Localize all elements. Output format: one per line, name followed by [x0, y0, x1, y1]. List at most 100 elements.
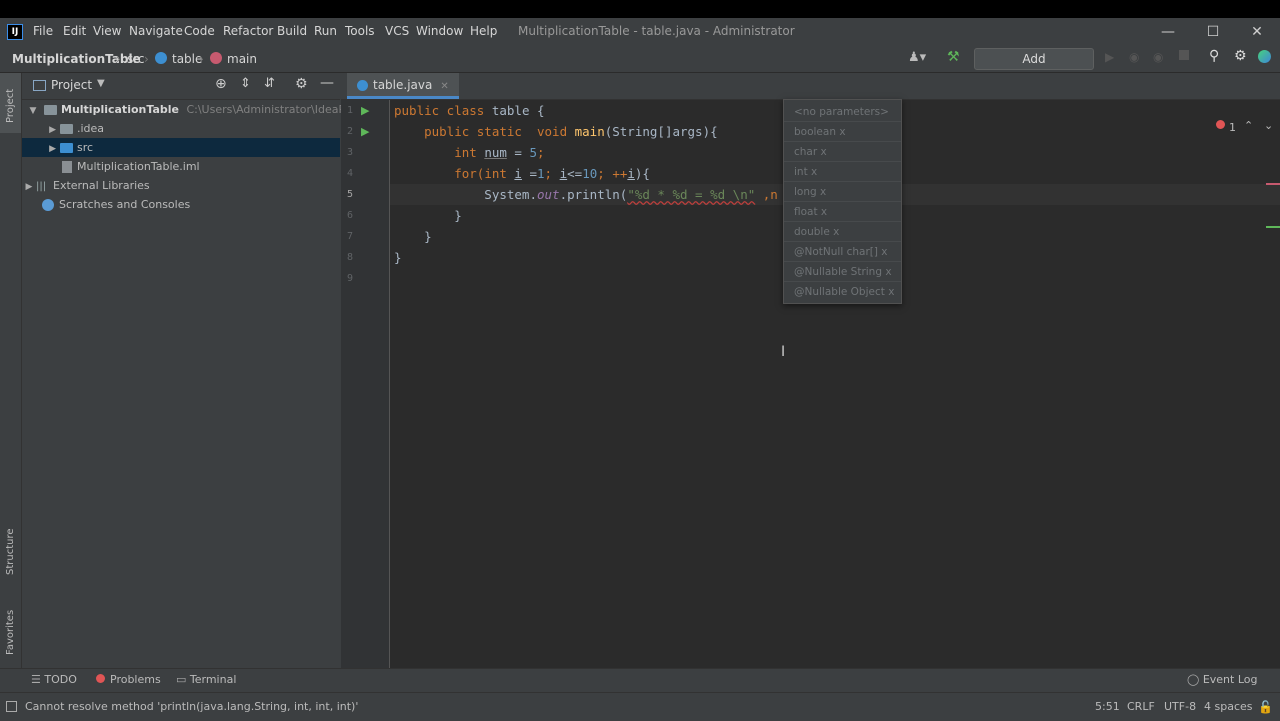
- file-encoding[interactable]: UTF-8: [1164, 700, 1196, 713]
- build-hammer-icon[interactable]: ⚒: [947, 49, 960, 65]
- tab-favorites[interactable]: Favorites: [5, 610, 16, 655]
- editor-tab-bar: table.java ✕: [341, 73, 1280, 100]
- close-tab-icon[interactable]: ✕: [440, 81, 448, 92]
- locate-icon[interactable]: ⊕: [215, 76, 227, 92]
- next-error-icon[interactable]: ⌄: [1264, 119, 1273, 132]
- menu-help[interactable]: Help: [470, 24, 497, 38]
- menu-code[interactable]: Code: [184, 24, 215, 38]
- terminal-button[interactable]: ▭ Terminal: [176, 673, 236, 686]
- tree-item-label: External Libraries: [53, 179, 150, 192]
- list-icon: ☰: [31, 673, 45, 686]
- line-number: 9: [346, 273, 353, 284]
- coverage-icon[interactable]: ◉: [1153, 50, 1163, 64]
- chevron-down-icon[interactable]: ▼: [97, 78, 105, 89]
- text-cursor-icon: I: [781, 344, 786, 360]
- lock-icon[interactable]: 🔓: [1258, 700, 1273, 714]
- maximize-icon[interactable]: ☐: [1199, 22, 1227, 42]
- previous-error-icon[interactable]: ⌃: [1244, 119, 1253, 132]
- line-number: 7: [346, 231, 353, 242]
- run-icon[interactable]: ▶: [1105, 50, 1114, 64]
- breadcrumb-project[interactable]: MultiplicationTable: [12, 52, 141, 66]
- tree-item-label: Scratches and Consoles: [59, 198, 191, 211]
- indent-setting[interactable]: 4 spaces: [1204, 700, 1253, 713]
- tree-item-project-root[interactable]: ▼ MultiplicationTable C:\Users\Administra…: [22, 100, 377, 119]
- breadcrumb-table[interactable]: table: [172, 52, 202, 66]
- tab-structure[interactable]: Structure: [5, 528, 16, 575]
- popup-item[interactable]: long x: [784, 182, 901, 202]
- terminal-icon: ▭: [176, 673, 190, 686]
- popup-item[interactable]: <no parameters>: [784, 102, 901, 122]
- menu-bar: IJ File Edit View Navigate Code Refactor…: [0, 18, 1280, 45]
- tree-item-label: .idea: [77, 122, 105, 135]
- caret-position[interactable]: 5:51: [1095, 700, 1120, 713]
- breadcrumb-src[interactable]: src: [127, 52, 145, 66]
- popup-item[interactable]: @Nullable Object x: [784, 282, 901, 302]
- search-icon[interactable]: ⚲: [1209, 48, 1219, 64]
- module-file-icon: [62, 161, 72, 173]
- user-icon[interactable]: ♟▾: [908, 50, 926, 65]
- menu-build[interactable]: Build: [277, 24, 307, 38]
- popup-item[interactable]: @Nullable String x: [784, 262, 901, 282]
- popup-item[interactable]: float x: [784, 202, 901, 222]
- minimize-icon[interactable]: —: [1154, 22, 1182, 42]
- menu-navigate[interactable]: Navigate: [129, 24, 183, 38]
- event-log-button[interactable]: ◯ Event Log: [1187, 673, 1257, 686]
- menu-vcs[interactable]: VCS: [385, 24, 409, 38]
- popup-item[interactable]: double x: [784, 222, 901, 242]
- hide-panel-icon[interactable]: —: [320, 75, 334, 91]
- status-message: Cannot resolve method 'println(java.lang…: [25, 700, 359, 713]
- line-number: 3: [346, 147, 353, 158]
- expand-all-icon[interactable]: ⇕: [240, 76, 251, 91]
- menu-refactor[interactable]: Refactor: [223, 24, 273, 38]
- popup-item[interactable]: char x: [784, 142, 901, 162]
- popup-item[interactable]: int x: [784, 162, 901, 182]
- project-panel: Project ▼ ⊕ ⇕ ⇵ ⚙ — ▼ MultiplicationTable…: [22, 73, 377, 668]
- error-count: 1: [1229, 121, 1236, 134]
- gear-icon[interactable]: ⚙: [295, 76, 308, 92]
- menu-window[interactable]: Window: [416, 24, 463, 38]
- status-window-icon[interactable]: [6, 701, 17, 712]
- toolbox-icon[interactable]: [1258, 50, 1271, 63]
- code-line-6: }: [394, 208, 462, 223]
- todo-button[interactable]: ☰ TODO: [31, 673, 77, 686]
- menu-run[interactable]: Run: [314, 24, 337, 38]
- source-folder-icon: [60, 143, 73, 153]
- tree-item-scratches[interactable]: Scratches and Consoles: [22, 195, 340, 214]
- close-icon[interactable]: ✕: [1243, 22, 1271, 42]
- tab-table-java[interactable]: table.java ✕: [347, 73, 459, 99]
- tree-item-src[interactable]: ▶ src: [22, 138, 340, 157]
- stop-icon[interactable]: [1179, 50, 1189, 60]
- popup-item[interactable]: boolean x: [784, 122, 901, 142]
- error-stripe-marker[interactable]: [1266, 183, 1280, 185]
- line-separator[interactable]: CRLF: [1127, 700, 1155, 713]
- menu-view[interactable]: View: [93, 24, 121, 38]
- line-number: 8: [346, 252, 353, 263]
- tree-item-external-libraries[interactable]: ▶ ||| External Libraries: [22, 176, 340, 195]
- debug-icon[interactable]: ◉: [1129, 50, 1139, 64]
- code-line-4: for(int i =1; i<=10; ++i){: [394, 166, 650, 181]
- collapse-all-icon[interactable]: ⇵: [264, 76, 275, 91]
- run-class-icon[interactable]: ▶: [361, 104, 369, 117]
- ide-window: IJ File Edit View Navigate Code Refactor…: [0, 18, 1280, 721]
- project-view-title[interactable]: Project: [51, 78, 92, 92]
- gear-icon[interactable]: ⚙: [1234, 48, 1247, 64]
- error-icon[interactable]: [1216, 120, 1225, 129]
- tree-item-iml[interactable]: MultiplicationTable.iml: [22, 157, 340, 176]
- code-line-7: }: [394, 229, 432, 244]
- change-stripe-marker[interactable]: [1266, 226, 1280, 228]
- menu-file[interactable]: File: [33, 24, 53, 38]
- menu-edit[interactable]: Edit: [63, 24, 86, 38]
- event-log-icon: ◯: [1187, 673, 1203, 686]
- window-title: MultiplicationTable - table.java - Admin…: [518, 24, 795, 38]
- popup-item[interactable]: @NotNull char[] x: [784, 242, 901, 262]
- menu-tools[interactable]: Tools: [345, 24, 375, 38]
- tab-project[interactable]: Project: [5, 89, 16, 123]
- chevron-right-icon: ›: [199, 52, 204, 66]
- scratches-icon: [42, 199, 54, 211]
- run-main-icon[interactable]: ▶: [361, 125, 369, 138]
- add-configuration-button[interactable]: Add Configuration...: [974, 48, 1094, 86]
- problems-button[interactable]: Problems: [96, 673, 161, 686]
- tree-item-idea[interactable]: ▶ .idea: [22, 119, 340, 138]
- folder-icon: [60, 124, 73, 134]
- breadcrumb-main[interactable]: main: [227, 52, 257, 66]
